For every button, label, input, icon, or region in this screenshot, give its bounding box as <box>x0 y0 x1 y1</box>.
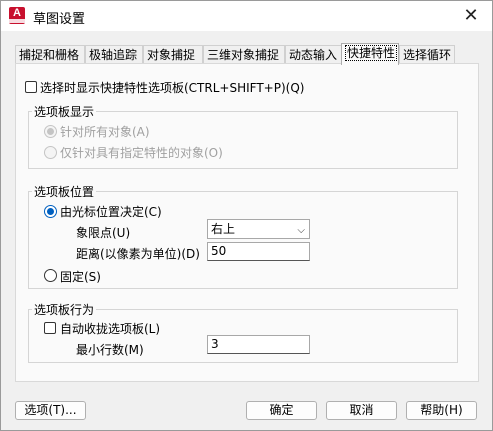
all-objects-label: 针对所有对象(A) <box>60 125 150 139</box>
static-radio[interactable] <box>44 269 57 282</box>
auto-collapse-label: 自动收拢选项板(L) <box>60 322 161 336</box>
drafting-settings-dialog: A 草图设置 ✕ 捕捉和栅格 极轴追踪 对象捕捉 三维对象捕捉 动态输入 快捷特… <box>0 0 493 431</box>
chevron-down-icon: ⌵ <box>297 225 305 236</box>
tab-object-snap[interactable]: 对象捕捉 <box>143 45 203 64</box>
min-rows-label: 最小行数(M) <box>76 343 144 357</box>
title-bar: A 草图设置 ✕ <box>1 1 492 31</box>
palette-behavior-title: 选项板行为 <box>32 301 97 318</box>
auto-collapse-checkbox[interactable] <box>44 322 56 334</box>
palette-display-title: 选项板显示 <box>32 103 97 120</box>
static-label: 固定(S) <box>60 270 101 284</box>
help-button[interactable]: 帮助(H) <box>406 401 477 420</box>
specified-objects-label: 仅针对具有指定特性的对象(O) <box>60 146 223 160</box>
options-button[interactable]: 选项(T)... <box>15 401 86 420</box>
tab-3d-object-snap[interactable]: 三维对象捕捉 <box>203 45 285 64</box>
autocad-app-icon: A <box>9 7 25 24</box>
show-quick-props-checkbox[interactable] <box>25 81 37 93</box>
palette-location-title: 选项板位置 <box>32 183 97 200</box>
all-objects-radio[interactable] <box>44 125 57 138</box>
distance-input[interactable]: 50 <box>207 242 310 261</box>
quadrant-select[interactable]: 右上 ⌵ <box>207 219 310 239</box>
cursor-dependent-radio[interactable] <box>44 205 57 218</box>
min-rows-input[interactable]: 3 <box>207 335 310 354</box>
tab-snap-grid[interactable]: 捕捉和栅格 <box>15 45 85 64</box>
tab-selection-cycling[interactable]: 选择循环 <box>399 45 455 64</box>
tab-polar-tracking[interactable]: 极轴追踪 <box>85 45 143 64</box>
quadrant-label: 象限点(U) <box>76 226 131 240</box>
quick-properties-panel: 选择时显示快捷特性选项板(CTRL+SHIFT+P)(Q) 选项板显示 针对所有… <box>15 63 479 382</box>
distance-label: 距离(以像素为单位)(D) <box>76 247 200 261</box>
window-title: 草图设置 <box>33 12 86 27</box>
tab-quick-properties[interactable]: 快捷特性 <box>341 43 399 65</box>
specified-objects-radio[interactable] <box>44 146 57 159</box>
cancel-button[interactable]: 取消 <box>326 401 397 420</box>
tab-dynamic-input[interactable]: 动态输入 <box>285 45 342 64</box>
ok-button[interactable]: 确定 <box>246 401 317 420</box>
show-quick-props-label: 选择时显示快捷特性选项板(CTRL+SHIFT+P)(Q) <box>40 81 305 95</box>
cursor-dependent-label: 由光标位置决定(C) <box>60 205 162 219</box>
close-icon[interactable]: ✕ <box>458 5 484 27</box>
